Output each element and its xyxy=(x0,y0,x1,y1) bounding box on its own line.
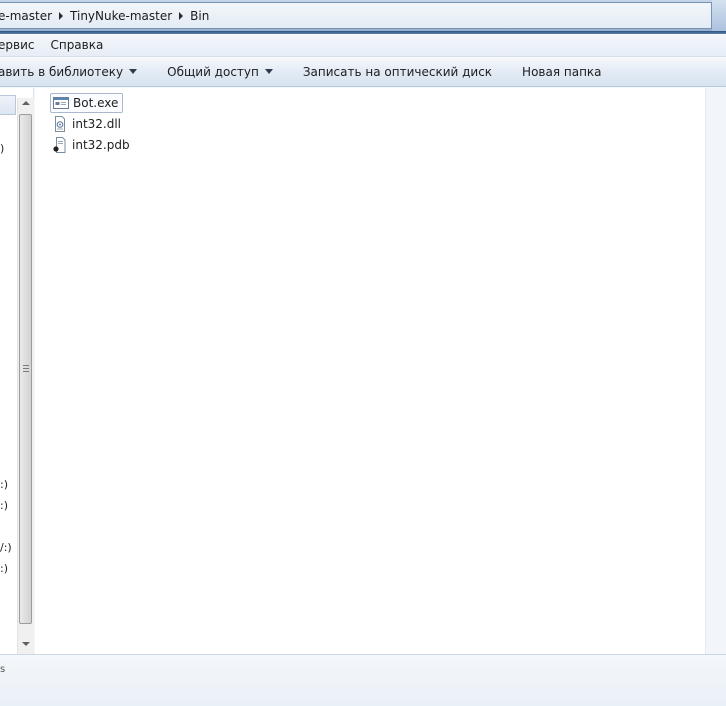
burn-disc-button[interactable]: Записать на оптический диск xyxy=(288,60,507,84)
command-bar: авить в библиотеку Общий доступ Записать… xyxy=(0,57,726,87)
new-folder-button[interactable]: Новая папка xyxy=(507,60,616,84)
file-item-bot-exe[interactable]: Bot.exe xyxy=(50,93,124,113)
menu-bar: ервис Справка xyxy=(0,34,726,57)
details-text: s xyxy=(0,664,6,675)
nav-item-fragment[interactable]: :) xyxy=(0,478,8,491)
add-to-library-label: авить в библиотеку xyxy=(0,64,124,79)
breadcrumb-item-tinynuke[interactable]: TinyNuke-master xyxy=(66,9,176,23)
scroll-thumb[interactable] xyxy=(19,114,32,624)
scroll-down-arrow-icon[interactable] xyxy=(22,642,30,646)
menu-item-help[interactable]: Справка xyxy=(42,38,111,52)
scroll-up-arrow-icon[interactable] xyxy=(22,101,30,105)
breadcrumb-arrow-icon[interactable] xyxy=(179,11,184,20)
nav-item-fragment[interactable]: :) xyxy=(0,499,8,512)
pdb-icon xyxy=(52,137,68,153)
file-name: int32.pdb xyxy=(72,138,130,152)
file-list[interactable]: Bot.exe int32.dll int32.pdb xyxy=(35,88,705,654)
address-bar: e-master TinyNuke-master Bin xyxy=(0,0,726,34)
share-button[interactable]: Общий доступ xyxy=(152,60,288,84)
burn-disc-label: Записать на оптический диск xyxy=(302,64,493,79)
address-bar-edge xyxy=(712,0,726,34)
right-pane-edge xyxy=(705,88,726,654)
menu-item-tools[interactable]: ервис xyxy=(0,38,42,52)
breadcrumb[interactable]: e-master TinyNuke-master Bin xyxy=(0,2,712,29)
nav-scrollbar[interactable] xyxy=(17,98,34,654)
breadcrumb-arrow-icon[interactable] xyxy=(59,11,64,20)
nav-item-fragment[interactable]: ) xyxy=(0,142,4,155)
grip-line xyxy=(23,371,29,372)
dropdown-arrow-icon xyxy=(129,69,138,74)
add-to-library-button[interactable]: авить в библиотеку xyxy=(0,60,152,84)
dll-icon xyxy=(52,116,68,132)
navigation-pane[interactable]: ) :) :) /:) :) xyxy=(0,88,34,654)
exe-icon xyxy=(53,95,69,111)
grip-line xyxy=(23,365,29,366)
new-folder-label: Новая папка xyxy=(522,64,602,79)
grip-line xyxy=(23,368,29,369)
file-name: Bot.exe xyxy=(73,96,119,110)
dropdown-arrow-icon xyxy=(264,69,273,74)
breadcrumb-item-parent[interactable]: e-master xyxy=(0,9,56,23)
nav-item-fragment[interactable]: :) xyxy=(0,562,8,575)
file-item-int32-pdb[interactable]: int32.pdb xyxy=(50,135,134,155)
share-label: Общий доступ xyxy=(167,64,259,79)
breadcrumb-item-bin[interactable]: Bin xyxy=(186,9,213,23)
nav-selected-item[interactable] xyxy=(0,95,16,115)
file-item-int32-dll[interactable]: int32.dll xyxy=(50,114,125,134)
details-pane: s xyxy=(0,654,726,706)
file-name: int32.dll xyxy=(72,117,122,131)
nav-item-fragment[interactable]: /:) xyxy=(0,541,12,554)
